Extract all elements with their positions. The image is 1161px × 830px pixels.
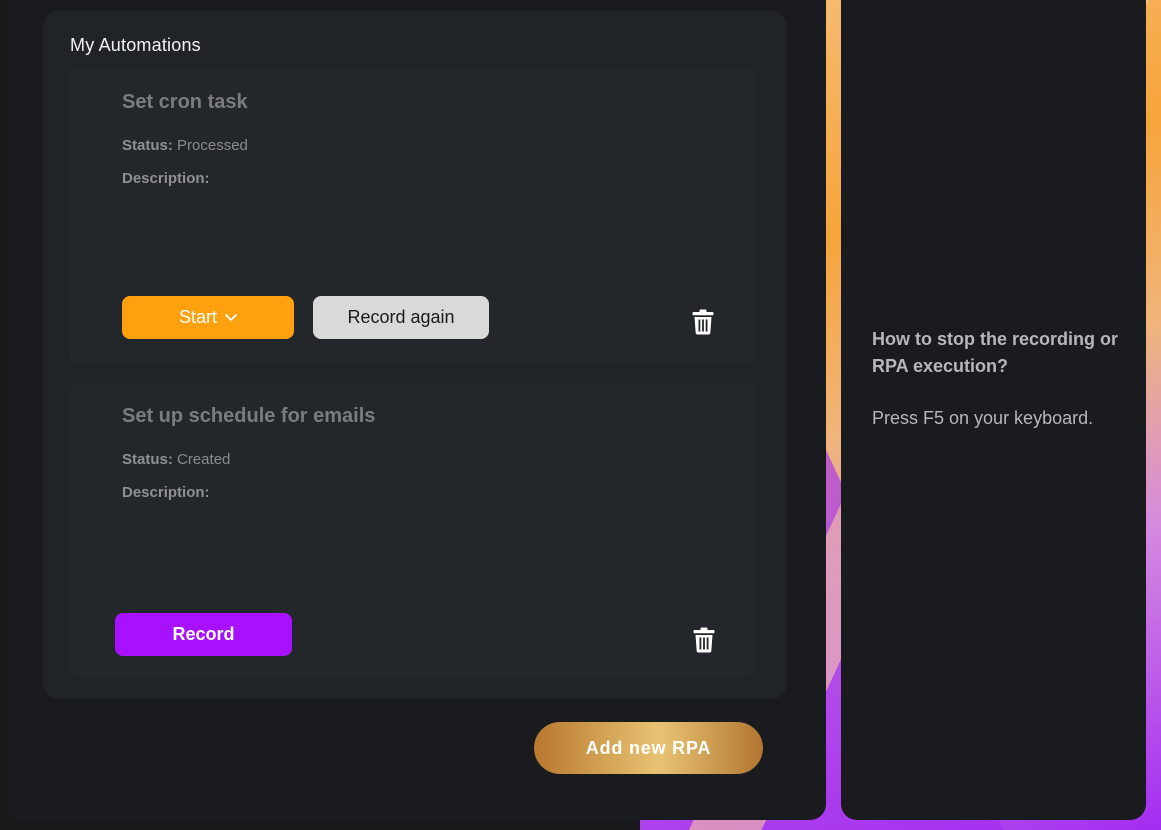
status-label: Status:	[122, 137, 173, 154]
task-card-email-schedule: Set up schedule for emails Status: Creat…	[69, 383, 756, 678]
add-new-rpa-button[interactable]: Add new RPA	[534, 722, 763, 774]
description-label: Description:	[122, 170, 210, 187]
help-question: How to stop the recording or RPA executi…	[872, 329, 1118, 376]
chevron-down-icon	[225, 313, 237, 321]
help-panel: How to stop the recording or RPA executi…	[841, 0, 1146, 820]
status-row: Status: Created	[122, 451, 230, 468]
automations-card: My Automations Set cron task Status: Pro…	[43, 11, 787, 699]
help-answer: Press F5 on your keyboard.	[872, 408, 1094, 428]
section-title: My Automations	[70, 35, 201, 55]
record-button[interactable]: Record	[115, 613, 292, 656]
task-title: Set cron task	[122, 91, 248, 113]
description-label: Description:	[122, 484, 210, 501]
status-row: Status: Processed	[122, 137, 248, 154]
trash-icon[interactable]	[693, 627, 715, 653]
status-value: Created	[177, 451, 231, 468]
start-button-label: Start	[178, 307, 217, 327]
start-button[interactable]: Start	[122, 296, 294, 339]
description-row: Description:	[122, 170, 210, 187]
description-row: Description:	[122, 484, 210, 501]
task-card-cron: Set cron task Status: Processed Descript…	[69, 69, 756, 364]
trash-icon[interactable]	[692, 309, 714, 335]
record-again-button[interactable]: Record again	[313, 296, 489, 339]
task-title: Set up schedule for emails	[122, 405, 376, 427]
status-value: Processed	[177, 137, 248, 154]
status-label: Status:	[122, 451, 173, 468]
